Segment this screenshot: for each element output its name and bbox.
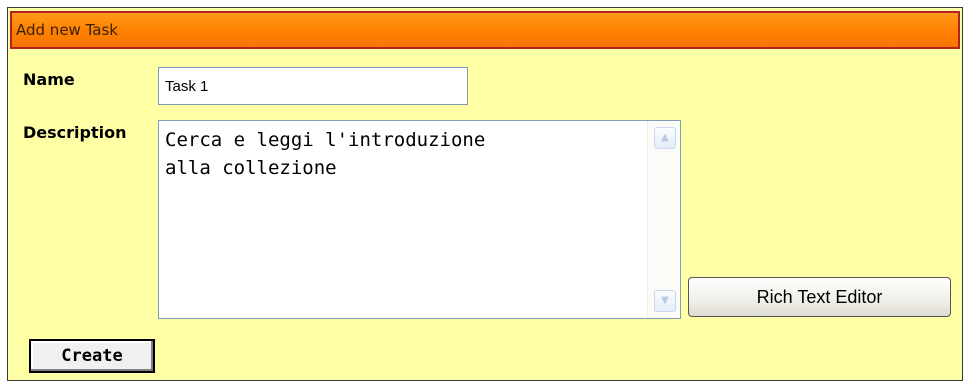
name-label: Name	[23, 70, 75, 89]
add-task-panel: Add new Task Name Description Cerca e le…	[7, 7, 963, 381]
scroll-down-icon[interactable]: ▼	[654, 290, 676, 312]
name-input[interactable]	[158, 67, 468, 105]
description-field: Cerca e leggi l'introduzione alla collez…	[158, 120, 681, 319]
scroll-up-icon[interactable]: ▲	[654, 127, 676, 149]
description-textarea[interactable]: Cerca e leggi l'introduzione alla collez…	[159, 121, 647, 318]
description-scrollbar[interactable]: ▲ ▼	[647, 121, 680, 318]
panel-title: Add new Task	[10, 11, 960, 49]
rich-text-editor-button[interactable]: Rich Text Editor	[688, 277, 951, 317]
description-label: Description	[23, 123, 127, 142]
create-button[interactable]: Create	[29, 339, 155, 373]
